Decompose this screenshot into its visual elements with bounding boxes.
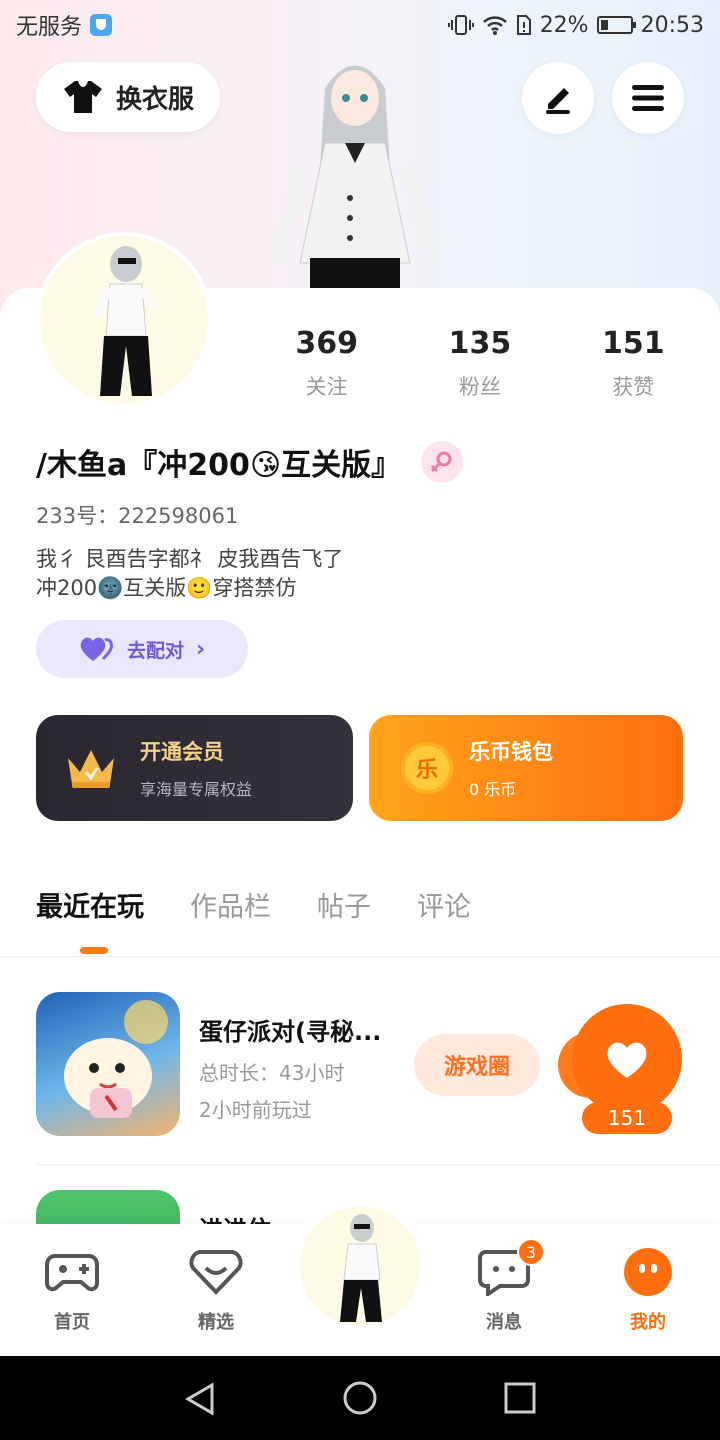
game-icon[interactable]	[36, 992, 180, 1136]
character-3d-avatar[interactable]	[270, 48, 440, 288]
pair-button[interactable]: 去配对 ›	[36, 620, 248, 678]
stat-following-count: 369	[295, 326, 358, 361]
battery-percent: 22%	[539, 12, 589, 38]
change-outfit-label: 换衣服	[115, 84, 194, 115]
female-gender-icon	[421, 441, 464, 483]
tab-comments[interactable]: 评论	[417, 885, 471, 924]
menu-icon	[632, 85, 664, 111]
tab-recently-played[interactable]: 最近在玩	[36, 885, 144, 954]
nav-featured[interactable]: 精选	[171, 1246, 261, 1334]
row-divider	[36, 1164, 720, 1165]
center-avatar-button[interactable]	[296, 1190, 424, 1336]
stat-following-label: 关注	[305, 375, 348, 399]
nickname-row: /木鱼a『冲200😘互关版』	[36, 440, 464, 484]
nav-home-label: 首页	[54, 1312, 90, 1333]
nav-featured-label: 精选	[198, 1312, 234, 1333]
avatar-figure	[92, 246, 156, 396]
vip-title: 开通会员	[140, 740, 224, 764]
nav-messages[interactable]: 3 消息	[459, 1238, 549, 1334]
crown-icon	[68, 750, 114, 788]
vibrate-icon	[447, 15, 474, 35]
profile-stats: 369 关注 135 粉丝 151 获赞	[250, 326, 710, 401]
bio-line-2: 冲200🌚互关版🙂穿搭禁仿	[36, 576, 297, 600]
stat-fans-count: 135	[448, 326, 512, 361]
stat-following[interactable]: 369 关注	[252, 326, 402, 401]
status-bar: 无服务 22% 20:53	[0, 0, 720, 50]
sim-icon	[516, 15, 531, 35]
wallet-title: 乐币钱包	[469, 740, 553, 764]
game-list-item[interactable]: 蛋仔派对(寻秘... 总时长：43小时 2小时前玩过 游戏圈 151	[36, 992, 686, 1138]
nav-me[interactable]: 我的	[603, 1246, 693, 1334]
hearts-icon	[80, 637, 113, 661]
recents-square-icon[interactable]	[504, 1382, 536, 1414]
like-button[interactable]	[572, 1004, 682, 1114]
featured-icon	[189, 1250, 243, 1295]
stat-likes[interactable]: 151 获赞	[558, 326, 708, 401]
game-title: 蛋仔派对(寻秘...	[199, 1018, 382, 1046]
back-icon[interactable]	[184, 1382, 216, 1416]
content-tabs: 最近在玩 作品栏 帖子 评论	[36, 885, 471, 954]
change-outfit-button[interactable]: 换衣服	[36, 62, 220, 132]
gamepad-icon	[45, 1254, 99, 1292]
system-navigation-bar	[0, 1356, 720, 1440]
carrier-text: 无服务	[16, 15, 83, 40]
game-last-played: 2小时前玩过	[199, 1098, 312, 1122]
nav-messages-label: 消息	[486, 1312, 522, 1333]
tab-posts[interactable]: 帖子	[317, 885, 371, 924]
nav-home[interactable]: 首页	[27, 1246, 117, 1334]
battery-icon	[596, 16, 636, 34]
tshirt-icon	[63, 81, 102, 113]
shield-icon	[90, 14, 113, 36]
nickname: /木鱼a『冲200😘互关版』	[36, 448, 402, 483]
wifi-icon	[482, 16, 507, 35]
me-face-icon	[624, 1248, 672, 1296]
home-circle-icon[interactable]	[343, 1381, 377, 1415]
nav-me-label: 我的	[630, 1312, 666, 1333]
profile-avatar[interactable]	[36, 232, 212, 408]
stat-likes-label: 获赞	[612, 375, 655, 399]
clock-time: 20:53	[640, 12, 704, 38]
heart-icon	[607, 1042, 647, 1078]
pencil-icon	[546, 88, 570, 114]
game-total-duration: 总时长：43小时	[199, 1061, 345, 1085]
vip-subtitle: 享海量专属权益	[140, 780, 253, 799]
bio: 我彳 艮酉告字都礻 皮我酉告飞了 冲200🌚互关版🙂穿搭禁仿	[36, 545, 343, 603]
pair-label: 去配对	[126, 639, 184, 662]
chevron-right-icon: ›	[195, 636, 206, 662]
tabs-divider	[0, 956, 720, 957]
stat-likes-count: 151	[602, 326, 665, 361]
user-id: 233号：222598061	[36, 504, 239, 528]
messages-badge: 3	[517, 1238, 545, 1266]
coin-icon: 乐	[401, 742, 453, 794]
stat-fans[interactable]: 135 粉丝	[405, 326, 555, 401]
bio-line-1: 我彳 艮酉告字都礻 皮我酉告飞了	[36, 547, 344, 571]
center-avatar-figure	[340, 1214, 382, 1322]
stat-fans-label: 粉丝	[458, 375, 501, 399]
wallet-card[interactable]: 乐 乐币钱包 0 乐币	[369, 715, 683, 821]
edit-button[interactable]	[522, 62, 594, 134]
game-circle-button[interactable]: 游戏圈	[414, 1034, 540, 1096]
menu-button[interactable]	[612, 62, 684, 134]
vip-card[interactable]: 开通会员 享海量专属权益	[36, 715, 353, 821]
like-count: 151	[582, 1102, 672, 1134]
tab-works[interactable]: 作品栏	[190, 885, 271, 924]
wallet-balance: 0 乐币	[469, 780, 517, 799]
